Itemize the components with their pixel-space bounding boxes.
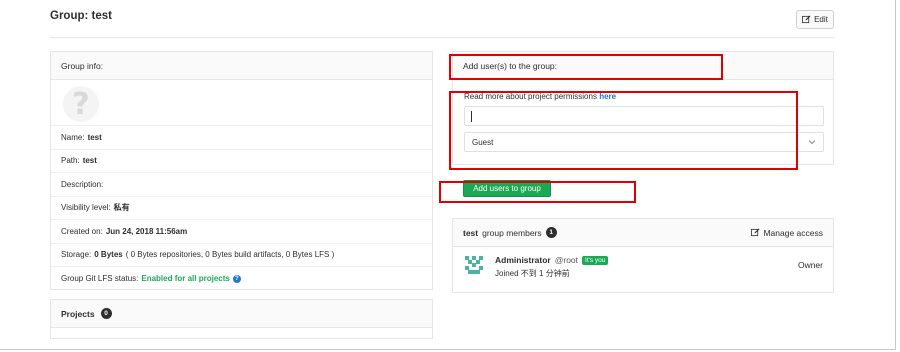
storage-value: 0 Bytes [94, 250, 123, 260]
manage-access-label: Manage access [763, 227, 823, 238]
access-level-select[interactable]: Guest [464, 132, 824, 152]
manage-access-link[interactable]: Manage access [751, 228, 823, 238]
projects-heading-row: Projects 0 [51, 300, 432, 328]
lfs-label: Group Git LFS status: [61, 274, 139, 284]
user-search-input[interactable] [464, 106, 824, 126]
group-info-heading: Group info: [51, 52, 432, 80]
permissions-here-link[interactable]: here [599, 92, 616, 101]
title-divider [50, 37, 834, 38]
edit-button[interactable]: Edit [796, 10, 834, 29]
add-users-panel: Add user(s) to the group: Read more abou… [452, 51, 834, 165]
member-handle: @root [554, 255, 579, 265]
created-label: Created on: [61, 226, 103, 236]
member-row: Administrator @root It's you Joined 不到 1… [453, 248, 833, 292]
name-label: Name: [61, 132, 85, 142]
member-role: Owner [797, 260, 823, 270]
members-heading-text: group members [482, 227, 542, 238]
path-value: test [82, 156, 97, 166]
created-value: Jun 24, 2018 11:56am [105, 226, 188, 236]
group-members-panel: test group members 1 Manage access Admin… [452, 218, 834, 293]
its-you-badge: It's you [582, 255, 609, 265]
group-info-panel: Group info: ? Name: test Path: test Desc… [50, 51, 433, 290]
storage-detail: ( 0 Bytes repositories, 0 Bytes build ar… [125, 250, 335, 260]
members-group-name: test [463, 227, 479, 238]
page-title: Group: test [50, 10, 112, 22]
projects-count-badge: 0 [100, 308, 112, 319]
pencil-square-icon [802, 15, 811, 24]
add-users-heading: Add user(s) to the group: [453, 52, 833, 80]
group-avatar-row: ? [51, 80, 432, 126]
info-row-name: Name: test [51, 126, 432, 150]
projects-heading: Projects [61, 308, 95, 319]
permissions-help-text: Read more about project permissions here [464, 92, 616, 101]
question-mark-avatar-icon: ? [63, 86, 99, 122]
visibility-label: Visibility level: [61, 203, 111, 213]
info-row-lfs: Group Git LFS status: Enabled for all pr… [51, 267, 432, 291]
pencil-square-icon [751, 228, 760, 237]
chevron-down-icon [808, 140, 816, 145]
member-name-line: Administrator @root It's you [495, 255, 609, 265]
members-heading-row: test group members 1 Manage access [453, 219, 833, 247]
projects-panel: Projects 0 [50, 299, 433, 339]
path-label: Path: [61, 156, 80, 166]
description-label: Description: [61, 179, 104, 189]
help-icon[interactable]: ? [232, 274, 241, 283]
info-row-visibility: Visibility level: 私有 [51, 197, 432, 220]
member-name[interactable]: Administrator [495, 255, 551, 265]
member-joined: Joined 不到 1 分钟前 [495, 269, 570, 278]
edit-button-label: Edit [814, 15, 828, 24]
storage-label: Storage: [61, 250, 92, 260]
info-row-path: Path: test [51, 150, 432, 173]
members-count-badge: 1 [545, 227, 557, 238]
name-value: test [87, 132, 102, 142]
info-row-description: Description: [51, 173, 432, 197]
visibility-value: 私有 [113, 203, 130, 213]
members-heading: test group members 1 [463, 227, 557, 238]
info-row-storage: Storage: 0 Bytes ( 0 Bytes repositories,… [51, 244, 432, 267]
identicon-avatar[interactable] [463, 254, 485, 276]
lfs-status-value: Enabled for all projects [141, 274, 230, 284]
add-users-button[interactable]: Add users to group [463, 180, 551, 197]
access-level-value: Guest [472, 137, 494, 147]
permissions-text: Read more about project permissions [464, 92, 597, 101]
text-caret [471, 111, 472, 122]
info-row-created: Created on: Jun 24, 2018 11:56am [51, 220, 432, 244]
